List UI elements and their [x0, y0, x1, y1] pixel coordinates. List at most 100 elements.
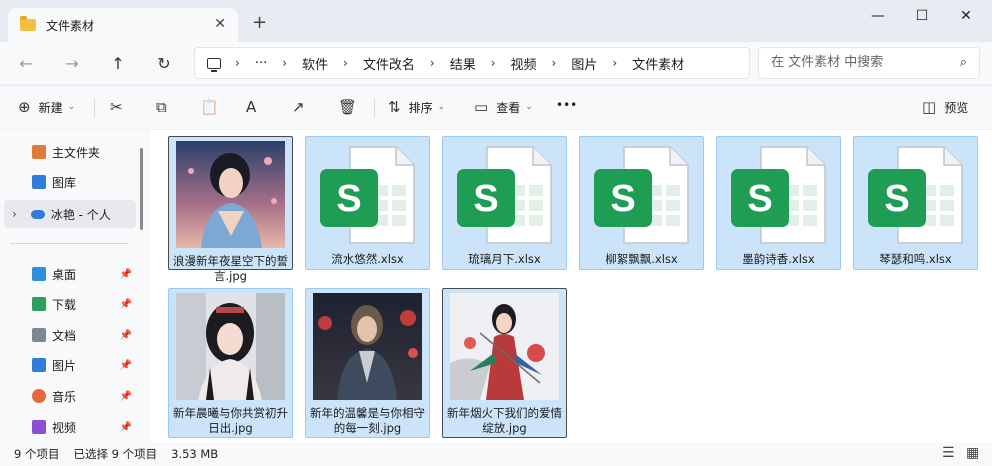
forward-button[interactable]: →	[60, 52, 84, 76]
sidebar-item-pictures[interactable]: 图片 📌	[32, 351, 140, 379]
pin-icon[interactable]: 📌	[120, 299, 132, 310]
refresh-button[interactable]: ↻	[152, 52, 176, 76]
breadcrumb-separator: ›	[235, 56, 240, 70]
sort-label: 排序	[408, 100, 433, 115]
sidebar-item-documents[interactable]: 文档 📌	[32, 321, 140, 349]
breadcrumb-more[interactable]: ···	[255, 56, 267, 71]
copy-button[interactable]: ⧉	[156, 98, 175, 116]
file-name: 柳絮飘飘.xlsx	[605, 252, 678, 266]
chevron-down-icon: ⌄	[525, 102, 533, 112]
plus-circle-icon: ⊕	[18, 98, 31, 116]
file-item[interactable]: S 柳絮飘飘.xlsx	[579, 136, 704, 270]
file-name: 墨韵诗香.xlsx	[742, 252, 815, 266]
breadcrumb-pictures[interactable]: 图片	[571, 54, 597, 73]
tab-close-button[interactable]: ✕	[214, 16, 226, 32]
pictures-icon	[32, 358, 46, 372]
pin-icon[interactable]: 📌	[120, 360, 132, 371]
file-item[interactable]: 新年烟火下我们的爱情绽放.jpg	[442, 288, 567, 438]
share-button[interactable]: ↗	[292, 98, 313, 116]
file-name: 琴瑟和鸣.xlsx	[879, 252, 952, 266]
svg-text:S: S	[336, 178, 361, 220]
excel-file-icon: S	[320, 146, 415, 244]
sidebar-item-label: 视频	[52, 420, 77, 435]
more-options-button[interactable]: •••	[556, 98, 577, 112]
pin-icon[interactable]: 📌	[120, 330, 132, 341]
file-item[interactable]: S 琴瑟和鸣.xlsx	[853, 136, 978, 270]
navigation-bar: ← → ↑ ↻ › ··· › 软件 › 文件改名 › 结果 › 视频 › 图片 › 文件素…	[0, 42, 992, 84]
breadcrumb-separator: ›	[343, 56, 348, 70]
pin-icon[interactable]: 📌	[120, 391, 132, 402]
file-item[interactable]: 新年的温馨是与你相守的每一刻.jpg	[305, 288, 430, 438]
svg-text:S: S	[610, 178, 635, 220]
title-bar: 文件素材 ✕ + — ☐ ✕	[0, 0, 992, 42]
download-icon	[32, 297, 46, 311]
pin-icon[interactable]: 📌	[120, 269, 132, 280]
search-input[interactable]: 在 文件素材 中搜索 ⌕	[758, 47, 980, 79]
preview-pane-icon: ◫	[922, 98, 937, 116]
gallery-icon	[32, 175, 46, 189]
file-item[interactable]: 新年晨曦与你共赏初升日出.jpg	[168, 288, 293, 438]
computer-icon	[207, 57, 221, 72]
cut-button[interactable]: ✂	[110, 98, 131, 116]
desktop-icon	[32, 267, 46, 281]
minimize-button[interactable]: —	[858, 4, 898, 28]
breadcrumb-rename[interactable]: 文件改名	[363, 54, 415, 73]
pin-icon[interactable]: 📌	[120, 422, 132, 433]
details-view-icon[interactable]: ☰	[942, 445, 955, 461]
back-button[interactable]: ←	[14, 52, 38, 76]
breadcrumb-result[interactable]: 结果	[450, 54, 476, 73]
breadcrumb-software[interactable]: 软件	[302, 54, 328, 73]
sidebar-item-downloads[interactable]: 下载 📌	[32, 290, 140, 318]
view-icon: ▭	[474, 98, 489, 116]
breadcrumb-separator: ›	[612, 56, 618, 70]
clipboard-icon: 📋	[200, 98, 219, 116]
breadcrumb-current[interactable]: 文件素材	[632, 54, 684, 73]
preview-button[interactable]: ◫ 预览	[922, 98, 968, 116]
status-bar: 9 个项目 已选择 9 个项目 3.53 MB ☰ ▦	[0, 442, 992, 466]
expand-chevron-icon[interactable]: ›	[12, 207, 17, 221]
sort-button[interactable]: ⇅ 排序 ⌄	[388, 98, 445, 116]
sidebar-item-label: 图库	[52, 175, 77, 190]
file-item[interactable]: S 墨韵诗香.xlsx	[716, 136, 841, 270]
file-item[interactable]: S 流水悠然.xlsx	[305, 136, 430, 270]
preview-label: 预览	[944, 100, 969, 115]
music-icon	[32, 389, 46, 403]
more-icon: •••	[556, 98, 578, 112]
divider	[374, 98, 375, 118]
command-bar: ⊕ 新建 ⌄ ✂ ⧉ 📋 A ↗ 🗑 ⇅ 排序 ⌄ ▭ 查看 ⌄ ••• ◫ 预…	[0, 85, 992, 129]
file-item[interactable]: 浪漫新年夜星空下的誓言.jpg	[168, 136, 293, 283]
up-button[interactable]: ↑	[106, 52, 130, 76]
chevron-down-icon: ⌄	[437, 102, 446, 112]
address-bar[interactable]: › ··· › 软件 › 文件改名 › 结果 › 视频 › 图片 › 文件素材	[194, 47, 750, 79]
sidebar-item-label: 主文件夹	[52, 145, 101, 160]
sidebar-item-label: 桌面	[52, 267, 77, 282]
rename-icon: A	[246, 98, 257, 116]
paste-button[interactable]: 📋	[200, 98, 227, 116]
new-button[interactable]: ⊕ 新建 ⌄	[18, 98, 75, 116]
sidebar-item-videos[interactable]: 视频 📌	[32, 413, 140, 441]
view-button[interactable]: ▭ 查看 ⌄	[474, 98, 533, 116]
sidebar-scrollbar[interactable]	[140, 148, 143, 230]
copy-icon: ⧉	[156, 98, 167, 116]
rename-button[interactable]: A	[246, 98, 264, 116]
breadcrumb-video[interactable]: 视频	[511, 54, 537, 73]
delete-button[interactable]: 🗑	[338, 98, 365, 116]
sidebar-item-onedrive[interactable]: › 冰艳 - 个人	[4, 200, 136, 228]
sidebar-item-desktop[interactable]: 桌面 📌	[32, 260, 140, 288]
video-icon	[32, 420, 46, 434]
file-name: 浪漫新年夜星空下的誓言.jpg	[173, 254, 288, 283]
new-tab-button[interactable]: +	[252, 12, 267, 33]
file-item[interactable]: S 琉璃月下.xlsx	[442, 136, 567, 270]
sidebar-item-label: 图片	[52, 358, 77, 373]
tab-file-materials[interactable]: 文件素材 ✕	[8, 8, 238, 42]
breadcrumb-separator: ›	[282, 56, 288, 70]
close-window-button[interactable]: ✕	[946, 4, 986, 28]
selected-size: 3.53 MB	[171, 447, 219, 461]
sidebar-item-music[interactable]: 音乐 📌	[32, 382, 140, 410]
home-icon	[32, 145, 46, 159]
sidebar-item-label: 文档	[52, 328, 77, 343]
divider	[94, 98, 95, 118]
tiles-view-icon[interactable]: ▦	[966, 445, 979, 461]
sidebar-divider	[10, 243, 128, 244]
maximize-button[interactable]: ☐	[902, 4, 942, 28]
